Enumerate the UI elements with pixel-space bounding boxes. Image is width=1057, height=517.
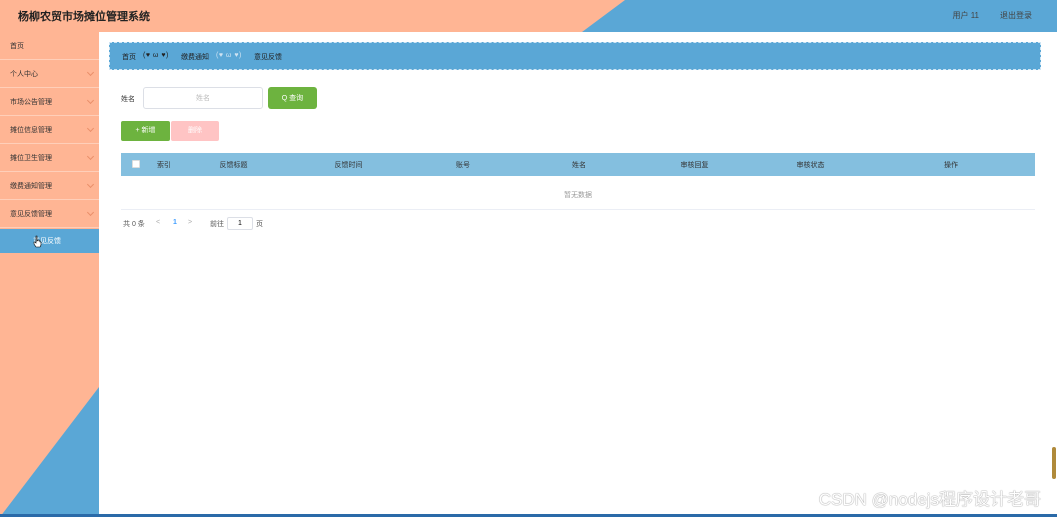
breadcrumb-item-payment[interactable]: 缴费通知 bbox=[181, 52, 209, 62]
column-header: 审核回复 bbox=[680, 162, 709, 169]
scrollbar-thumb[interactable] bbox=[1052, 447, 1056, 479]
add-button[interactable]: + 新增 bbox=[121, 121, 170, 141]
column-header: 反馈时间 bbox=[334, 162, 363, 169]
column-header: 姓名 bbox=[572, 162, 586, 169]
sidebar-item-stall-hygiene[interactable]: 摊位卫生管理 bbox=[0, 144, 99, 172]
goto-label: 前往 bbox=[210, 221, 224, 228]
sidebar-item-market-notice[interactable]: 市场公告管理 bbox=[0, 88, 99, 116]
sidebar-item-label: 缴费通知管理 bbox=[10, 183, 52, 190]
sidebar-item-label: 市场公告管理 bbox=[10, 99, 52, 106]
name-field-label: 姓名 bbox=[121, 96, 135, 103]
app-header: 杨柳农贸市场摊位管理系统 用户 11 退出登录 bbox=[0, 0, 1057, 32]
table-header: 索引 反馈标题 反馈时间 账号 姓名 审核回复 审核状态 操作 bbox=[121, 153, 1035, 176]
next-page-button[interactable]: > bbox=[188, 219, 192, 226]
sidebar-item-feedback[interactable]: 意见反馈管理 bbox=[0, 200, 99, 228]
breadcrumb: 首页 (♥ ω ♥) 缴费通知 (♥ ω ♥) 意见反馈 bbox=[109, 42, 1041, 70]
sidebar: 首页 个人中心 市场公告管理 摊位信息管理 摊位卫生管理 缴费通知管理 意见反馈… bbox=[0, 32, 99, 517]
select-all-checkbox[interactable] bbox=[132, 160, 140, 168]
sidebar-item-label: 摊位信息管理 bbox=[10, 127, 52, 134]
column-header: 反馈标题 bbox=[219, 162, 248, 169]
sidebar-subitem-feedback[interactable]: 意见反馈 bbox=[0, 229, 99, 253]
breadcrumb-separator: (♥ ω ♥) bbox=[143, 52, 169, 59]
hand-cursor-icon bbox=[33, 235, 42, 248]
sidebar-item-label: 意见反馈管理 bbox=[10, 211, 52, 218]
pagination-total: 共 0 条 bbox=[123, 221, 145, 228]
sidebar-item-profile[interactable]: 个人中心 bbox=[0, 60, 99, 88]
empty-message: 暂无数据 bbox=[564, 192, 592, 199]
main-content: 首页 (♥ ω ♥) 缴费通知 (♥ ω ♥) 意见反馈 姓名 Q 查询 + 新… bbox=[99, 32, 1057, 517]
sidebar-item-label: 首页 bbox=[10, 43, 24, 50]
table-empty-row: 暂无数据 bbox=[121, 176, 1035, 210]
column-header: 索引 bbox=[157, 162, 171, 169]
header-decoration bbox=[582, 0, 1057, 32]
current-user: 用户 11 bbox=[952, 11, 979, 20]
app-title: 杨柳农贸市场摊位管理系统 bbox=[18, 11, 150, 23]
delete-button[interactable]: 删除 bbox=[171, 121, 219, 141]
chevron-down-icon bbox=[86, 152, 95, 161]
breadcrumb-item-home[interactable]: 首页 bbox=[122, 52, 136, 62]
sidebar-item-label: 个人中心 bbox=[10, 71, 38, 78]
sidebar-decoration bbox=[0, 387, 99, 517]
sidebar-item-label: 摊位卫生管理 bbox=[10, 155, 52, 162]
query-button[interactable]: Q 查询 bbox=[268, 87, 317, 109]
sidebar-item-payment-notice[interactable]: 缴费通知管理 bbox=[0, 172, 99, 200]
logout-link[interactable]: 退出登录 bbox=[1000, 10, 1032, 21]
column-header: 账号 bbox=[456, 162, 470, 169]
watermark: CSDN @nodejs程序设计老哥 bbox=[818, 490, 1041, 509]
name-search-input[interactable] bbox=[143, 87, 263, 109]
page-unit-label: 页 bbox=[256, 221, 263, 228]
page-number[interactable]: 1 bbox=[173, 219, 177, 226]
goto-page-input[interactable] bbox=[227, 217, 253, 230]
chevron-down-icon bbox=[86, 124, 95, 133]
chevron-down-icon bbox=[86, 208, 95, 217]
chevron-down-icon bbox=[86, 180, 95, 189]
sidebar-item-home[interactable]: 首页 bbox=[0, 32, 99, 60]
feedback-table: 索引 反馈标题 反馈时间 账号 姓名 审核回复 审核状态 操作 暂无数据 bbox=[121, 153, 1035, 210]
breadcrumb-item-feedback: 意见反馈 bbox=[254, 54, 282, 61]
column-header: 审核状态 bbox=[796, 162, 825, 169]
prev-page-button[interactable]: < bbox=[156, 219, 160, 226]
chevron-down-icon bbox=[86, 96, 95, 105]
breadcrumb-separator: (♥ ω ♥) bbox=[216, 52, 242, 59]
chevron-down-icon bbox=[86, 68, 95, 77]
sidebar-item-stall-info[interactable]: 摊位信息管理 bbox=[0, 116, 99, 144]
column-header: 操作 bbox=[944, 162, 958, 169]
